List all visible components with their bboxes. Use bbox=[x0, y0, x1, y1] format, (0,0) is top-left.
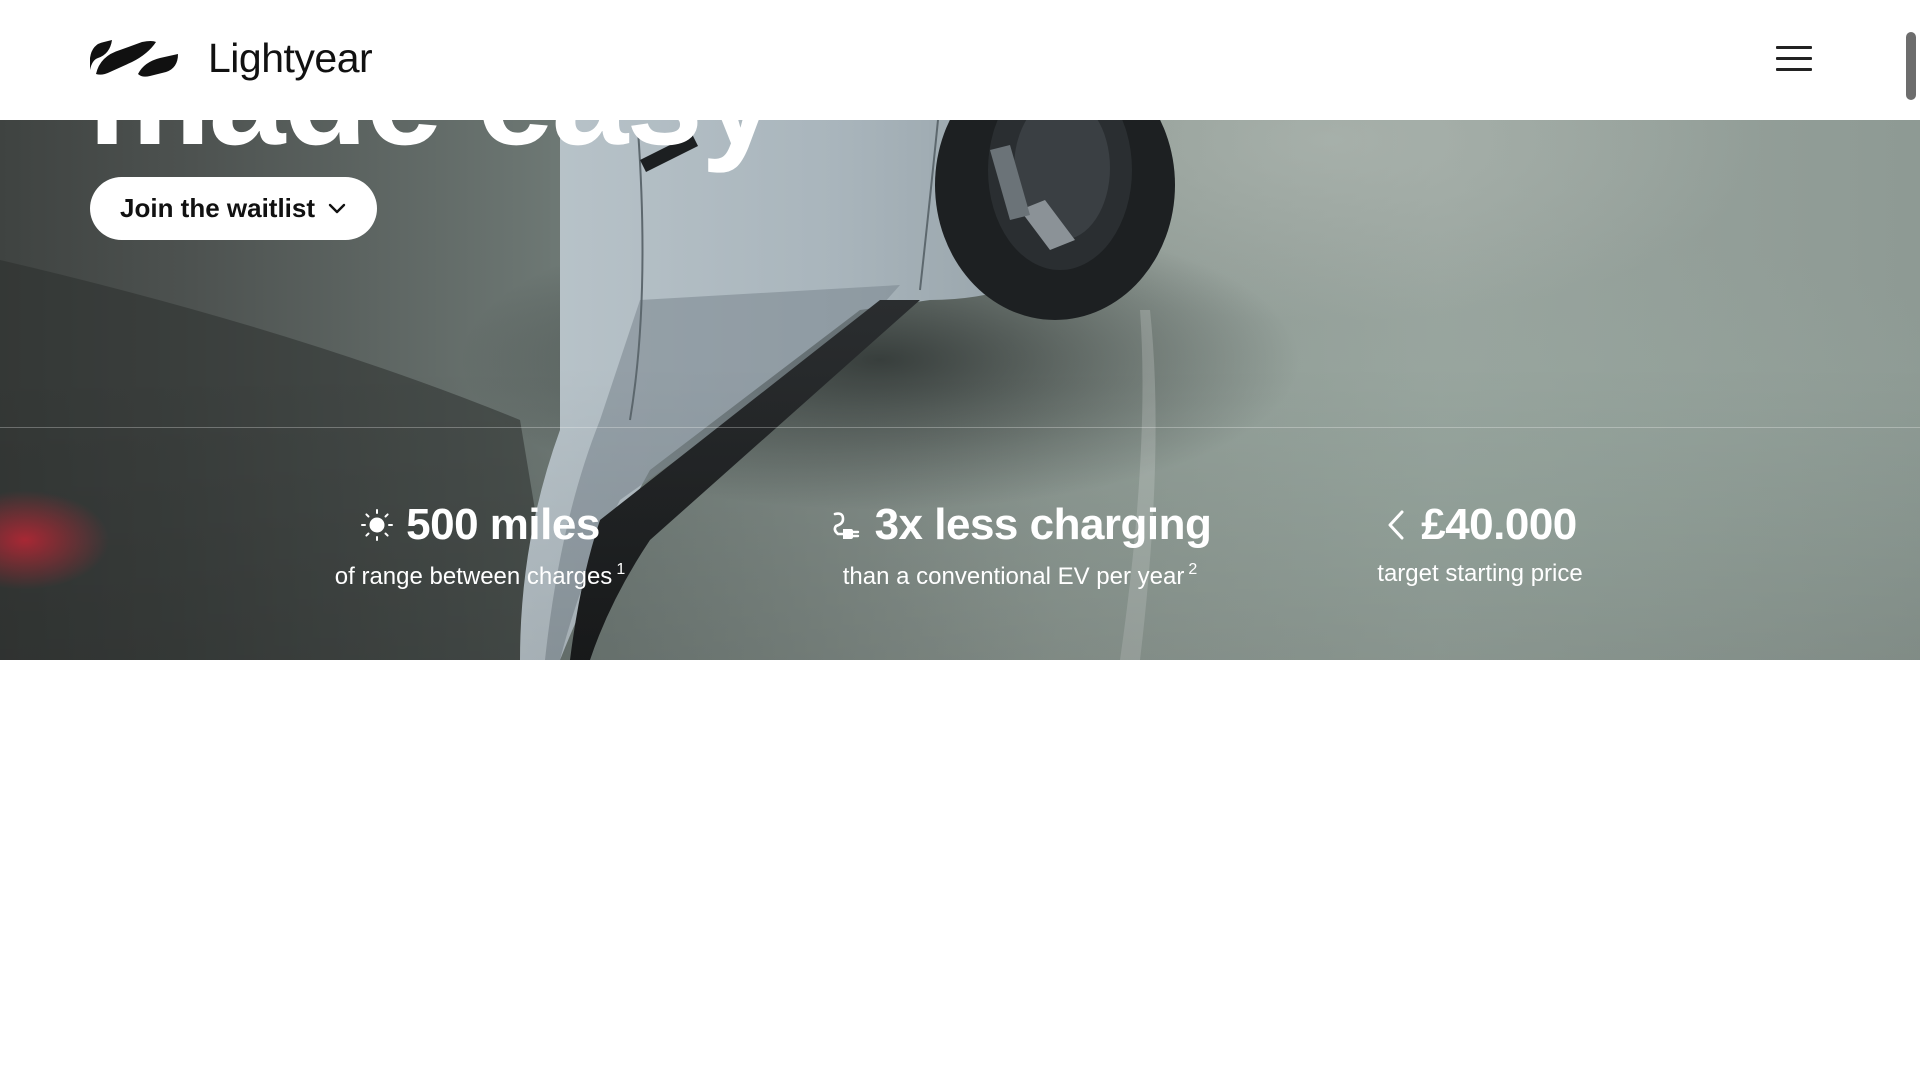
lightyear-logo-link[interactable]: Lightyear bbox=[90, 34, 373, 81]
chevron-down-icon bbox=[328, 203, 346, 213]
charging-plug-icon bbox=[829, 508, 863, 542]
stat-range: 500 miles of range between charges 1 bbox=[230, 498, 730, 592]
site-header: Lightyear bbox=[0, 0, 1920, 120]
scrollbar-thumb[interactable] bbox=[1906, 32, 1916, 100]
stat-value: £40.000 bbox=[1421, 500, 1577, 549]
lightyear-logo-icon bbox=[90, 40, 178, 77]
stat-value: 500 miles bbox=[406, 500, 600, 549]
stat-charging: 3x less charging than a conventional EV … bbox=[770, 498, 1270, 592]
join-waitlist-button[interactable]: Join the waitlist bbox=[90, 177, 378, 240]
chevron-left-icon bbox=[1383, 507, 1409, 543]
footnote-marker[interactable]: 1 bbox=[616, 561, 625, 578]
hamburger-menu-icon bbox=[1776, 46, 1812, 49]
footnote-marker[interactable]: 2 bbox=[1188, 561, 1197, 578]
stat-caption: of range between charges 1 bbox=[334, 561, 626, 590]
stat-price: £40.000 target starting price bbox=[1230, 498, 1730, 589]
stat-value: 3x less charging bbox=[874, 500, 1212, 549]
hero-divider bbox=[0, 427, 1920, 428]
stat-caption: target starting price bbox=[1377, 560, 1583, 587]
stat-caption: than a conventional EV per year 2 bbox=[842, 561, 1198, 590]
hamburger-menu-button[interactable] bbox=[1770, 38, 1818, 80]
brand-name: Lightyear bbox=[208, 34, 373, 81]
sun-icon bbox=[360, 508, 394, 542]
join-waitlist-label: Join the waitlist bbox=[120, 193, 316, 223]
